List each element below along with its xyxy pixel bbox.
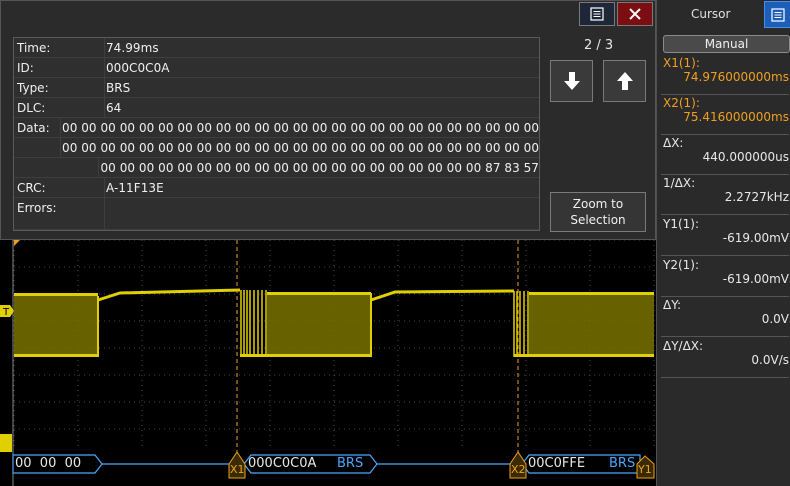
bus-channel-marker — [0, 434, 12, 452]
cursor-x1-text[interactable]: X1 — [230, 463, 245, 476]
delta-x-readout: ΔX: 440.000000us — [663, 136, 789, 164]
bus-segment-type-2: BRS — [609, 456, 636, 471]
cursor-x1-readout[interactable]: X1(1): 74.976000000ms — [663, 56, 790, 84]
row-crc: CRC: A-11F13E — [14, 178, 539, 198]
menu-icon — [590, 7, 604, 21]
delta-y-over-delta-x-readout: ΔY/ΔX: 0.0V/s — [663, 339, 789, 367]
signal-trace — [14, 288, 654, 357]
frame-detail-table: Time: 74.99ms ID: 000C0C0A Type: BRS DLC: 64… — [13, 37, 540, 231]
row-time: Time: 74.99ms — [14, 38, 539, 58]
signal-band-1 — [14, 293, 98, 357]
popup-close-button[interactable] — [617, 2, 653, 26]
panel-header: Cursor — [657, 0, 790, 30]
row-errors: Errors: — [14, 198, 539, 230]
popup-menu-button[interactable] — [579, 2, 615, 26]
row-data: Data: 00 00 00 00 00 00 00 00 00 00 00 00… — [14, 118, 539, 138]
close-icon — [629, 8, 641, 20]
next-frame-button[interactable] — [550, 60, 593, 102]
zoom-to-selection-button[interactable]: Zoom to Selection — [550, 192, 646, 232]
bus-segment-data: 00 00 00 — [15, 456, 82, 471]
panel-menu-button[interactable] — [764, 1, 790, 28]
inverse-delta-x-readout: 1/ΔX: 2.2727kHz — [663, 176, 789, 204]
signal-band-3 — [529, 292, 654, 357]
row-type: Type: BRS — [14, 78, 539, 98]
frame-counter: 2 / 3 — [584, 38, 614, 53]
bus-segment-id-2: 00C0FFE — [528, 456, 586, 471]
decode-detail-popup: Time: 74.99ms ID: 000C0C0A Type: BRS DLC: 64… — [0, 0, 656, 240]
cursor-panel: Cursor Manual X1(1): 74.976000000ms X2(1… — [656, 0, 790, 486]
arrow-up-icon — [616, 72, 633, 90]
cursor-x2-text[interactable]: X2 — [511, 463, 526, 476]
previous-frame-button[interactable] — [603, 60, 646, 102]
cursor-mode-button[interactable]: Manual — [663, 35, 790, 53]
row-data-3: 00 00 00 00 00 00 00 00 00 00 00 00 00 0… — [14, 158, 539, 178]
signal-high-2 — [370, 289, 515, 302]
bus-segment-type: BRS — [337, 456, 364, 471]
bus-segment-id: 000C0C0A — [248, 456, 317, 471]
cursor-y2-readout[interactable]: Y2(1): -619.00mV — [663, 258, 790, 286]
signal-band-2 — [267, 292, 371, 357]
signal-edges-1 — [240, 290, 267, 357]
trigger-marker — [14, 240, 20, 246]
panel-title: Cursor — [691, 7, 731, 21]
cursor-y1-text[interactable]: Y1 — [638, 463, 652, 476]
row-id: ID: 000C0C0A — [14, 58, 539, 78]
menu-icon — [770, 7, 785, 22]
row-data-2: 00 00 00 00 00 00 00 00 00 00 00 00 00 0… — [14, 138, 539, 158]
row-dlc: DLC: 64 — [14, 98, 539, 118]
arrow-down-icon — [563, 72, 580, 90]
cursor-x2-readout[interactable]: X2(1): 75.416000000ms — [663, 96, 790, 124]
svg-text:T: T — [2, 307, 10, 318]
delta-y-readout: ΔY: 0.0V — [663, 298, 789, 326]
signal-high-1 — [97, 288, 241, 302]
cursor-y1-readout[interactable]: Y1(1): -619.00mV — [663, 217, 790, 245]
